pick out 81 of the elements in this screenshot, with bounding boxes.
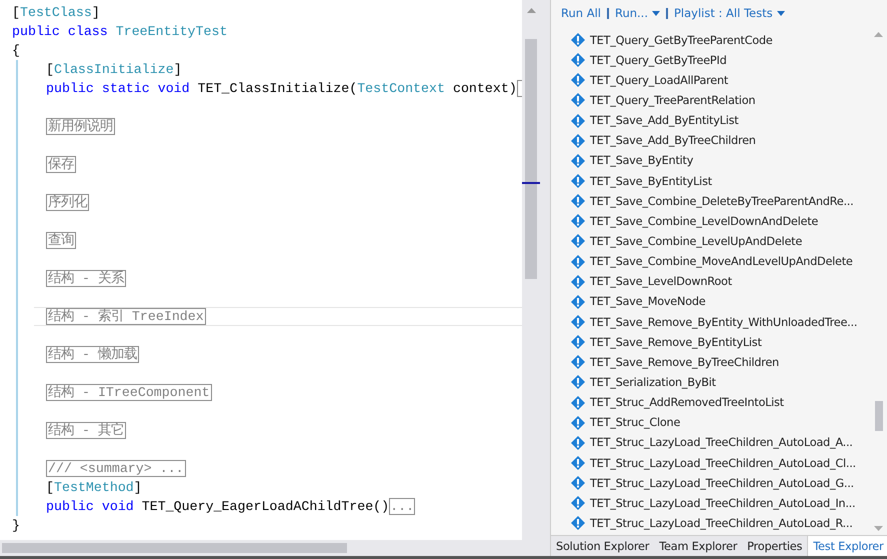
test-name[interactable]: TET_Save_Add_ByTreeChildren (590, 134, 756, 148)
collapsed-region[interactable]: 新用例说明 (46, 118, 115, 135)
warning-diamond-icon (571, 53, 585, 68)
warning-diamond-icon (571, 335, 585, 350)
collapsed-region[interactable]: 结构 - 索引 TreeIndex (46, 308, 206, 325)
collapsed-region[interactable]: 结构 - 懒加载 (46, 346, 139, 363)
test-name[interactable]: TET_Save_LevelDownRoot (590, 275, 732, 288)
code-line: public void TET_Query_EagerLoadAChildTree() (46, 499, 390, 514)
warning-diamond-icon (571, 396, 585, 410)
warning-diamond-icon (571, 416, 585, 430)
test-name[interactable]: TET_Struc_LazyLoad_TreeChildren_AutoLoad_A... (590, 436, 853, 450)
test-name[interactable]: TET_Struc_LazyLoad_TreeChildren_AutoLoad_G... (590, 476, 854, 490)
warning-diamond-icon (571, 274, 585, 289)
warning-diamond-icon (571, 114, 585, 128)
code-line: [TestClass] (12, 5, 100, 20)
collapsed-region[interactable]: 结构 - 其它 (46, 422, 126, 439)
collapsed-region[interactable]: 序列化 (46, 194, 89, 211)
test-name[interactable]: TET_Save_Combine_LevelDownAndDelete (590, 214, 818, 228)
test-name[interactable]: TET_Query_GetByTreePId (590, 54, 726, 67)
collapsed-region[interactable]: /// <summary> ... (46, 460, 186, 477)
toolbar-button[interactable]: Run... (614, 6, 660, 20)
test-name[interactable]: TET_Query_GetByTreeParentCode (590, 34, 773, 47)
code-line: public static void TET_ClassInitialize(TestContext context) (46, 81, 517, 96)
code-line: [ClassInitialize] (46, 62, 182, 77)
collapsed-region[interactable]: 结构 - ITreeComponent (46, 384, 212, 401)
scrollbar-thumb[interactable] (874, 401, 883, 431)
warning-diamond-icon (571, 516, 585, 530)
collapsed-block[interactable]: ... (389, 498, 416, 515)
warning-diamond-icon (571, 294, 585, 309)
warning-diamond-icon (571, 254, 585, 269)
test-name[interactable]: TET_Serialization_ByBit (590, 376, 716, 389)
test-name[interactable]: TET_Save_Remove_ByEntityList (590, 336, 762, 349)
warning-diamond-icon (571, 436, 585, 450)
test-name[interactable]: TET_Struc_AddRemovedTreeIntoList (590, 396, 784, 410)
test-name[interactable]: TET_Save_Remove_ByEntity_WithUnloadedTree... (590, 316, 858, 329)
warning-diamond-icon (571, 214, 585, 228)
test-name[interactable]: TET_Save_MoveNode (590, 295, 706, 308)
test-name[interactable]: TET_Query_TreeParentRelation (590, 94, 756, 107)
test-name[interactable]: TET_Save_ByEntityList (590, 174, 712, 188)
test-name[interactable]: TET_Save_Add_ByEntityList (590, 114, 738, 128)
warning-diamond-icon (571, 375, 585, 390)
warning-diamond-icon (571, 476, 585, 490)
scroll-up-icon[interactable] (526, 8, 536, 13)
test-name[interactable]: TET_Save_Combine_DeleteByTreeParentAndRe... (590, 194, 854, 208)
panel-tab[interactable]: Properties (742, 536, 808, 556)
warning-diamond-icon (571, 194, 585, 208)
panel-tab[interactable]: Test Explorer (807, 536, 887, 556)
toolbar-button[interactable]: Playlist : All Tests (674, 6, 785, 20)
warning-diamond-icon (571, 154, 585, 168)
warning-diamond-icon (571, 234, 585, 248)
test-name[interactable]: TET_Struc_LazyLoad_TreeChildren_AutoLoad_Cl... (590, 456, 856, 470)
test-name[interactable]: TET_Save_ByEntity (590, 154, 694, 168)
collapsed-region[interactable]: 查询 (46, 232, 76, 249)
test-name[interactable]: TET_Save_Combine_LevelUpAndDelete (590, 234, 802, 248)
warning-diamond-icon (571, 456, 585, 470)
code-line: [TestMethod] (46, 480, 142, 495)
horizontal-scrollbar[interactable] (0, 540, 540, 556)
warning-diamond-icon (571, 134, 585, 148)
scroll-up-icon[interactable] (874, 32, 884, 37)
code-line: } (12, 518, 20, 533)
panel-tab[interactable]: Solution Explorer (551, 536, 654, 556)
test-name[interactable]: TET_Struc_Clone (590, 416, 680, 430)
warning-diamond-icon (571, 315, 585, 330)
warning-diamond-icon (571, 73, 585, 88)
collapsed-region[interactable]: 结构 - 关系 (46, 270, 126, 287)
warning-diamond-icon (571, 93, 585, 108)
scroll-down-icon[interactable] (874, 526, 884, 531)
collapsed-region[interactable]: 保存 (46, 156, 76, 173)
test-name[interactable]: TET_Struc_LazyLoad_TreeChildren_AutoLoad_In... (590, 496, 856, 510)
code-line: { (12, 43, 20, 58)
panel-tab[interactable]: Team Explorer (654, 536, 742, 556)
warning-diamond-icon (571, 496, 585, 510)
code-line: public class TreeEntityTest (12, 24, 228, 39)
warning-diamond-icon (571, 355, 585, 370)
warning-diamond-icon (571, 33, 585, 48)
warning-diamond-icon (571, 174, 585, 188)
test-name[interactable]: TET_Save_Combine_MoveAndLevelUpAndDelete (590, 255, 853, 268)
test-name[interactable]: TET_Query_LoadAllParent (590, 74, 728, 87)
test-name[interactable]: TET_Struc_LazyLoad_TreeChildren_AutoLoad_R... (590, 516, 853, 530)
test-name[interactable]: TET_Save_Remove_ByTreeChildren (590, 356, 779, 369)
toolbar-button[interactable]: Run All (561, 6, 601, 20)
